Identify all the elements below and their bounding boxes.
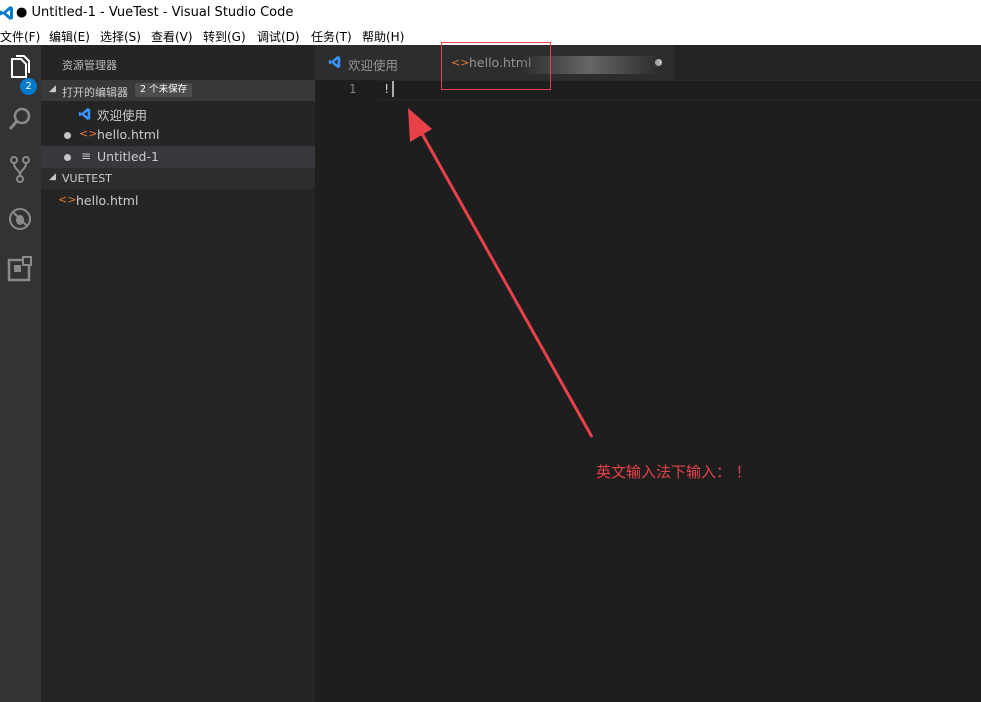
annotation-arrow-icon	[408, 108, 594, 438]
annotation-text: 英文输入法下输入： ！	[596, 463, 751, 481]
